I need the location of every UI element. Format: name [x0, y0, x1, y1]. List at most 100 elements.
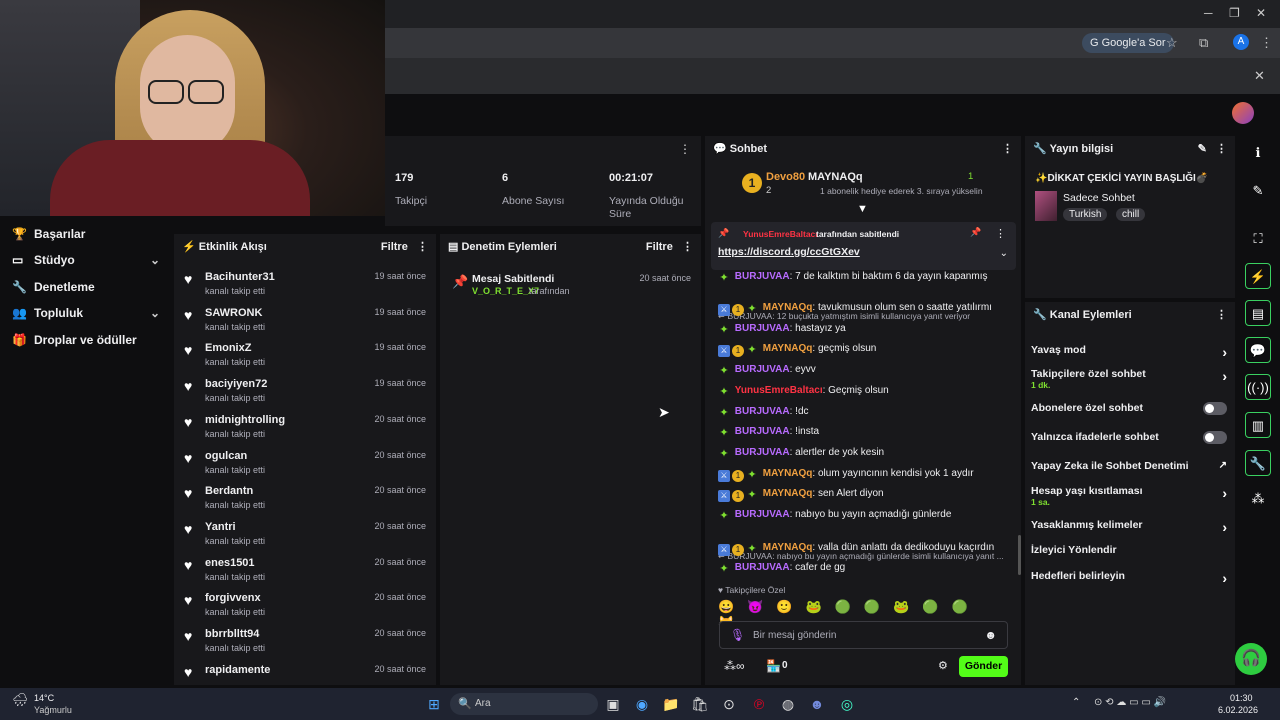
more-icon[interactable]: ⋮	[682, 241, 693, 253]
settings-icon[interactable]: ⚙	[938, 659, 948, 672]
star-icon[interactable]: ☆	[1166, 35, 1178, 51]
file-explorer-icon[interactable]: 📁	[662, 695, 680, 713]
profile-avatar[interactable]: A	[1233, 34, 1249, 50]
clock-time[interactable]: 01:30	[1230, 693, 1253, 703]
tag-chip[interactable]: chill	[1116, 208, 1146, 221]
discord-icon[interactable]: ☻	[808, 695, 826, 713]
document-icon[interactable]: ▤	[1245, 300, 1271, 326]
extensions-icon[interactable]: ⧉	[1199, 35, 1208, 51]
chat-message[interactable]: ⚔ 1 ✦ MAYNAQq: valla dün anlattı da dediko…	[718, 542, 1014, 556]
help-headset-icon[interactable]: 🎧	[1235, 643, 1267, 675]
tray-chevron-icon[interactable]: ⌃	[1072, 697, 1080, 708]
clock-date[interactable]: 6.02.2026	[1218, 705, 1258, 715]
store-icon[interactable]: 🏪	[766, 659, 781, 673]
activity-event[interactable]: ♥ enes1501 kanalı takip etti 20 saat önce	[182, 557, 430, 593]
info-icon[interactable]: ℹ	[1245, 140, 1271, 166]
event-user[interactable]: ogulcan	[205, 450, 247, 462]
chat-input[interactable]: 🎙 Bir mesaj gönderin ☻	[719, 621, 1008, 649]
weather-desc[interactable]: Yağmurlu	[34, 705, 72, 715]
more-icon[interactable]: ⋮	[1216, 143, 1227, 155]
action-followers-only[interactable]: Takipçilere özel sohbet 1 dk. ›	[1031, 368, 1227, 390]
nav-community[interactable]: 👥 Topluluk ⌄	[0, 300, 172, 326]
github-icon[interactable]: ⊙	[720, 695, 738, 713]
task-view-icon[interactable]: ▣	[604, 695, 622, 713]
event-user[interactable]: bbrrblltt94	[205, 628, 259, 640]
more-icon[interactable]: ⋮	[417, 241, 428, 253]
nav-moderation[interactable]: 🔧 Denetleme	[0, 274, 172, 300]
chat-message[interactable]: ✦ BURJUVAA: !insta	[718, 426, 1014, 439]
windows-start-icon[interactable]: ⊞	[425, 695, 443, 713]
action-subs-only[interactable]: Abonelere özel sohbet	[1031, 402, 1227, 415]
app-icon[interactable]: ◍	[779, 695, 797, 713]
server-icon[interactable]: ▥	[1245, 412, 1271, 438]
chat-message[interactable]: ✦ BURJUVAA: nabıyo bu yayın açmadığı gün…	[718, 509, 1014, 522]
action-emote-only[interactable]: Yalnızca ifadelerle sohbet	[1031, 431, 1227, 444]
tray-icons[interactable]: ⊙ ⟲ ☁ ▭ ▭ 🔊	[1094, 697, 1166, 708]
chat-message[interactable]: ⚔ 1 ✦ MAYNAQq: geçmiş olsun	[718, 343, 1014, 358]
action-raid[interactable]: İzleyici Yönlendir	[1031, 544, 1227, 556]
activity-event[interactable]: ♥ midnightrolling kanalı takip etti 20 saat…	[182, 414, 430, 450]
leader2-name[interactable]: MAYNAQq	[808, 171, 863, 183]
chat-message[interactable]: ✦ BURJUVAA: hastayız ya	[718, 323, 1014, 336]
action-slow-mode[interactable]: Yavaş mod ›	[1031, 344, 1227, 360]
event-user[interactable]: Berdantn	[205, 485, 253, 497]
pinterest-icon[interactable]: ℗	[750, 695, 768, 713]
unpin-icon[interactable]: 📌	[970, 227, 981, 238]
chat-message[interactable]: ✦ BURJUVAA: cafer de gg	[718, 562, 1014, 575]
weather-temp[interactable]: 14°C	[34, 693, 54, 703]
event-user[interactable]: enes1501	[205, 557, 255, 569]
minimize-icon[interactable]: ─	[1204, 6, 1213, 20]
moderation-filter-button[interactable]: Filtre	[646, 241, 673, 253]
broadcast-icon[interactable]: ((·))	[1245, 374, 1271, 400]
emoji-icon[interactable]: ☻	[984, 628, 997, 642]
chat-message[interactable]: ✦ BURJUVAA: alertler de yok kesin	[718, 447, 1014, 460]
leader1-name[interactable]: Devo80	[766, 171, 805, 183]
weather-icon[interactable]: 🌧	[12, 692, 29, 708]
expand-icon[interactable]: ▼	[857, 203, 868, 215]
activity-event[interactable]: ♥ Yantri kanalı takip etti 20 saat önce	[182, 521, 430, 557]
user-avatar[interactable]	[1232, 102, 1254, 124]
nav-achievements[interactable]: 🏆 Başarılar	[0, 221, 172, 247]
category-thumbnail[interactable]	[1035, 191, 1057, 221]
chat-message[interactable]: ✦ BURJUVAA: eyvv	[718, 364, 1014, 377]
category-name[interactable]: Sadece Sohbet	[1063, 192, 1135, 204]
activity-event[interactable]: ♥ ogulcan kanalı takip etti 20 saat önce	[182, 450, 430, 486]
chat-scrollbar[interactable]	[1018, 535, 1021, 575]
event-user[interactable]: rapidamente	[205, 664, 270, 676]
action-account-age[interactable]: Hesap yaşı kısıtlaması 1 sa. ›	[1031, 485, 1227, 507]
event-user[interactable]: midnightrolling	[205, 414, 285, 426]
points-icon[interactable]: ⁂	[1245, 486, 1271, 512]
send-button[interactable]: Gönder	[959, 656, 1008, 677]
pinned-message[interactable]: 📌 YunusEmreBaltacı tarafından sabitlendi…	[711, 222, 1016, 270]
activity-event[interactable]: ♥ SAWRONK kanalı takip etti 19 saat önce	[182, 307, 430, 343]
pinned-link[interactable]: https://discord.gg/ccGtGXev	[718, 246, 860, 258]
more-icon[interactable]: ⋮	[1216, 302, 1227, 328]
activity-event[interactable]: ♥ forgivvenx kanalı takip etti 20 saat önce	[182, 592, 430, 628]
action-banned-words[interactable]: Yasaklanmış kelimeler ›	[1031, 519, 1227, 535]
event-user[interactable]: Bacihunter31	[205, 271, 275, 283]
event-user[interactable]: baciyiyen72	[205, 378, 267, 390]
bolt-icon[interactable]: ⚡	[1245, 263, 1271, 289]
taskbar-search[interactable]: 🔍 Ara	[450, 693, 598, 715]
menu-dots-icon[interactable]: ⋮	[1260, 35, 1273, 51]
chevron-down-icon[interactable]: ⌄	[1000, 248, 1008, 259]
more-icon[interactable]: ⋮	[679, 142, 691, 156]
activity-event[interactable]: ♥ bbrrblltt94 kanalı takip etti 20 saat önc…	[182, 628, 430, 664]
tag-chip[interactable]: Turkish	[1063, 208, 1108, 221]
close-icon[interactable]: ✕	[1254, 68, 1265, 84]
pencil-icon[interactable]: ✎	[1245, 178, 1271, 204]
more-icon[interactable]: ⋮	[1002, 136, 1013, 162]
activity-filter-button[interactable]: Filtre	[381, 241, 408, 253]
event-user[interactable]: EmonixZ	[205, 342, 251, 354]
chat-message[interactable]: ✦ YunusEmreBaltacı: Geçmiş olsun	[718, 385, 1014, 398]
action-goals[interactable]: Hedefleri belirleyin ›	[1031, 570, 1227, 586]
edge-icon[interactable]: ◉	[633, 695, 651, 713]
event-user[interactable]: Yantri	[205, 521, 236, 533]
activity-event[interactable]: ♥ EmonixZ kanalı takip etti 19 saat önce	[182, 342, 430, 378]
chrome-icon[interactable]: ◎	[838, 695, 856, 713]
wrench-icon[interactable]: 🔧	[1245, 450, 1271, 476]
focus-icon[interactable]: ⛶	[1245, 226, 1271, 252]
emote-row[interactable]: 😀😈🙂🐸🟢🟢🐸🟢🟢😸	[718, 599, 1008, 630]
chat-message[interactable]: ⚔ 1 ✦ MAYNAQq: sen Alert diyon	[718, 488, 1014, 503]
edit-icon[interactable]: ✎	[1198, 143, 1207, 155]
